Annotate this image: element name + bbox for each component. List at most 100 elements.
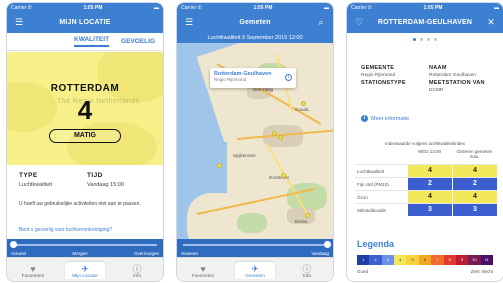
meetstation-label: MEETSTATION VAN [429,80,485,86]
page-dot[interactable] [413,37,416,41]
quality-tabs: KWALITEIT GEVOELIG [7,33,163,51]
station-marker[interactable] [217,163,222,168]
index-table: Luchtkwaliteit 4 4 Fijn stof (PM10) 2 2 Ozon 4 4… [355,164,497,216]
rating-badge[interactable]: MATIG [49,129,121,143]
legend-step: 9 [455,255,469,265]
heart-icon[interactable]: ♡ [353,17,365,29]
station-marker[interactable] [301,101,306,106]
time-value: Vandaag 15:00 [87,182,124,188]
slider-label: Gisteren [181,251,199,256]
nav-bar: ☰ MIJN LOCATIE [7,12,163,33]
max-value-cell: 2 [453,178,497,190]
station-marker[interactable] [305,213,310,218]
table-header: WED 13:00 Gisteren gemeten max. [407,149,497,159]
slider-knob[interactable] [9,241,17,248]
tab-mijn-locatie[interactable]: ✈ Mijn Locatie [65,262,105,279]
phone-my-location: Carrier ✆ 1:05 PM ▬ ☰ MIJN LOCATIE KWALI… [7,3,163,281]
station-marker[interactable] [272,131,277,136]
battery-icon: ▬ [153,4,159,11]
tab-label: Favorieten [191,274,215,279]
current-value-cell: 4 [408,191,452,203]
slider-track [183,244,327,246]
table-row: Ozon 4 4 [355,190,497,203]
table-row: Luchtkwaliteit 4 4 [355,164,497,177]
search-icon[interactable]: ⌕ [315,17,327,29]
legend-step: 6 [418,255,432,265]
naam-label: NAAM [429,65,447,71]
column-header: WED 13:00 [417,149,441,154]
tab-info[interactable]: ⓘ Info [117,264,157,279]
info-icon: ⓘ [302,264,312,274]
map-label: Gouda [295,107,309,112]
current-value-cell: 2 [408,178,452,190]
timeline-slider[interactable]: Actueel Morgen Overmorgen [7,239,163,257]
station-marker[interactable] [278,135,283,140]
slider-knob[interactable] [323,241,331,248]
slider-track [13,244,157,246]
status-bar: Carrier ✆ 1:05 PM ▬ [177,3,333,12]
battery-icon: ▬ [323,4,329,11]
station-marker[interactable] [281,173,286,178]
stationstype-label: STATIONSTYPE [361,80,406,86]
tab-bar: ♥ Favorieten ✈ Gemeten ⓘ Info [177,257,333,281]
station-callout[interactable]: Rotterdam-Geulhaven Regio Rijnmond i [210,68,296,88]
tab-label: Mijn Locatie [72,274,98,279]
filter-icon[interactable]: ☰ [13,17,25,29]
tab-favorieten[interactable]: ♥ Favorieten [183,264,223,279]
page-indicator [347,33,503,45]
clock: 1:05 PM [253,4,273,11]
tab-info[interactable]: ⓘ Info [287,264,327,279]
page-dot[interactable] [420,37,423,41]
tab-gemeten[interactable]: ✈ Gemeten [235,262,275,279]
air-quality-index: 4 [77,95,93,125]
index-header: Indexwaarde volgens luchtkwaliteitindex [384,141,466,146]
legend-title: Legenda [357,239,395,249]
slider-label: Overmorgen [133,251,159,256]
legend-bad: Zeer slecht [470,269,493,274]
more-info-label: Meer informatie [371,115,410,122]
clock: 1:05 PM [423,4,443,11]
page-title: MIJN LOCATIE [59,19,111,26]
page-title: Gemeten [239,19,271,26]
callout-subtitle: Regio Rijnmond [214,77,247,82]
nav-bar: ☰ Gemeten ⌕ [177,12,333,33]
pin-icon: ✈ [251,264,259,274]
info-icon: ⓘ [132,264,142,274]
legend-step: 1 [357,255,370,265]
type-value: Luchtkwaliteit [19,182,53,188]
carrier-label: Carrier ✆ [181,4,202,11]
heart-icon: ♥ [30,264,36,274]
slider-label: Morgen [72,251,88,256]
gemeente-label: GEMEENTE [361,65,395,71]
status-bar: Carrier ✆ 1:05 PM ▬ [347,3,503,12]
info-icon[interactable]: i [285,74,292,81]
time-banner: Luchtkwaliteit 9 September 2015 12:00 [177,33,333,43]
page-dot[interactable] [434,37,437,41]
legend-good: Goed [357,269,369,274]
close-icon[interactable]: ✕ [485,17,497,29]
tab-label: Gemeten [245,274,265,279]
map-park [237,213,267,233]
page-dot[interactable] [427,37,430,41]
heart-icon: ♥ [200,264,206,274]
carrier-label: Carrier ✆ [351,4,372,11]
filter-icon[interactable]: ☰ [183,17,195,29]
current-value-cell: 3 [408,204,452,216]
tab-gevoelig[interactable]: GEVOELIG [121,38,155,45]
legend-scale: 1 2 3 4 5 6 7 8 9 10 11 [357,255,493,265]
timeline-slider[interactable]: Gisteren Vandaag [177,239,333,257]
row-name: Fijn stof (PM10) [357,181,389,187]
gemeente-value: Regio Rijnmond [361,73,396,78]
sensitive-link[interactable]: Bent u gevoelig voor luchtverontreinigin… [19,227,153,233]
slider-labels: Actueel Morgen Overmorgen [11,251,159,256]
legend-step: 7 [431,255,444,265]
row-name: Stikstofdioxide [357,207,387,213]
tab-kwaliteit[interactable]: KWALITEIT [74,36,110,47]
column-header: Gisteren gemeten max. [456,149,493,159]
legend-step: 4 [394,255,407,265]
more-info-link[interactable]: i Meer informatie [361,115,409,122]
meetstation-value: DCMR [429,88,444,93]
slider-labels: Gisteren Vandaag [181,251,329,256]
stationstype-value [361,88,425,93]
tab-favorieten[interactable]: ♥ Favorieten [13,264,53,279]
